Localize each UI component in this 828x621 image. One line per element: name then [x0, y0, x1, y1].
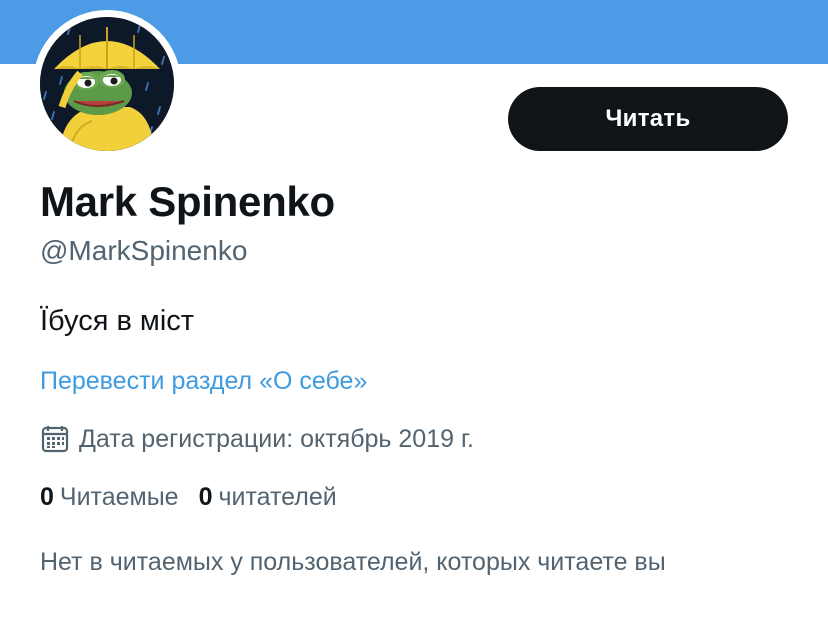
translate-bio-link[interactable]: Перевести раздел «О себе»: [40, 367, 367, 396]
join-date: Дата регистрации: октябрь 2019 г.: [40, 424, 474, 454]
following-label: Читаемые: [59, 483, 179, 511]
follow-button[interactable]: Читать: [508, 87, 788, 151]
following-stat[interactable]: 0 Читаемые: [40, 483, 179, 512]
following-count: 0: [40, 483, 54, 511]
followers-label: читателей: [218, 483, 337, 511]
avatar[interactable]: [40, 17, 174, 151]
user-handle: @MarkSpinenko: [40, 235, 248, 266]
join-date-text: Дата регистрации: октябрь 2019 г.: [79, 424, 474, 453]
follow-stats: 0 Читаемые 0 читателей: [40, 483, 357, 512]
followers-count: 0: [198, 483, 213, 511]
mutual-followers-note: Нет в читаемых у пользователей, которых …: [40, 548, 666, 576]
profile-page: Читать Mark Spinenko @MarkSpinenko Їбуся…: [0, 0, 828, 621]
display-name: Mark Spinenko: [40, 178, 335, 225]
pepe-frog-umbrella-avatar: [40, 17, 174, 151]
calendar-icon: [40, 424, 70, 454]
profile-bio: Їбуся в міст: [40, 305, 195, 337]
followers-stat[interactable]: 0 читателей: [199, 483, 337, 512]
